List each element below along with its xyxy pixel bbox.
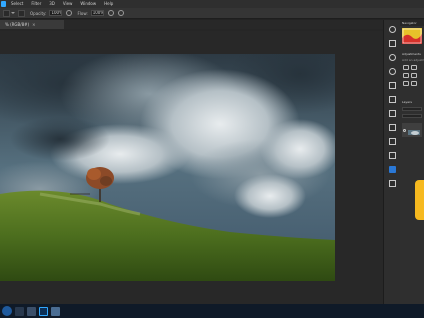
brightness-icon[interactable] — [403, 65, 409, 70]
photoshop-taskbar-icon[interactable] — [39, 306, 48, 316]
landscape-photo[interactable] — [0, 54, 335, 281]
taskbar — [0, 304, 424, 318]
menu-3d[interactable]: 3D — [49, 0, 55, 8]
options-bar: Opacity: 100% Flow: 100% — [0, 8, 424, 19]
curves-icon[interactable] — [403, 73, 409, 78]
landscape-photo-art — [0, 54, 335, 281]
browser-icon[interactable] — [27, 306, 36, 316]
adjustments-hint: Add an adjustment — [402, 58, 424, 62]
play-icon[interactable] — [389, 166, 396, 173]
adjustments-icon[interactable] — [389, 180, 396, 187]
close-icon[interactable]: × — [32, 22, 35, 27]
adjustment-icon-grid — [403, 65, 422, 86]
adjustments-panel-header[interactable]: Adjustments — [402, 52, 424, 56]
photoshop-window: Select Filter 3D View Window Help Opacit… — [0, 0, 424, 318]
canvas-top-edge — [0, 29, 383, 31]
start-button-icon[interactable] — [2, 306, 12, 316]
document-tab[interactable]: % (RGB/8#) × — [0, 20, 64, 29]
layers-icon[interactable] — [389, 82, 396, 89]
layer-thumbnail — [408, 125, 420, 135]
history-icon[interactable] — [389, 26, 396, 33]
exposure-icon[interactable] — [411, 73, 417, 78]
layer-row[interactable] — [402, 123, 422, 137]
channels-icon[interactable] — [389, 124, 396, 131]
menu-bar: Select Filter 3D View Window Help — [0, 0, 424, 8]
menu-window[interactable]: Window — [80, 0, 96, 8]
airbrush-icon[interactable] — [107, 10, 114, 16]
layer-filter-field[interactable] — [402, 107, 422, 111]
blend-mode-select[interactable] — [402, 114, 422, 118]
opacity-input[interactable]: 100% — [49, 10, 63, 16]
levels-icon[interactable] — [411, 65, 417, 70]
pressure-opacity-icon[interactable] — [66, 10, 73, 16]
photoshop-icon[interactable] — [1, 1, 6, 7]
paragraph-icon[interactable] — [389, 96, 396, 103]
brush-icon[interactable] — [389, 40, 396, 47]
hue-icon[interactable] — [411, 81, 417, 86]
info-icon[interactable] — [389, 54, 396, 61]
color-icon[interactable] — [389, 68, 396, 75]
menu-help[interactable]: Help — [104, 0, 113, 8]
vibrance-icon[interactable] — [403, 81, 409, 86]
right-panels: Navigator Adjustments Add an adjustment … — [400, 20, 424, 304]
chevron-down-icon[interactable] — [11, 12, 15, 14]
canvas-area[interactable] — [0, 29, 383, 304]
opacity-label: Opacity: — [30, 10, 47, 16]
pressure-size-icon[interactable] — [117, 10, 124, 16]
document-tab-bar: % (RGB/8#) × — [0, 20, 383, 29]
document-tab-label: % (RGB/8#) — [5, 22, 30, 27]
navigator-thumbnail-art — [402, 28, 422, 44]
explorer-icon[interactable] — [15, 306, 24, 316]
layers-panel-header[interactable]: Layers — [402, 100, 424, 104]
flow-input[interactable]: 100% — [90, 10, 104, 16]
flow-label: Flow: — [77, 10, 88, 16]
menu-filter[interactable]: Filter — [31, 0, 41, 8]
paths-icon[interactable] — [389, 138, 396, 145]
brush-settings-icon[interactable] — [18, 9, 25, 17]
panel-icon-column — [383, 20, 400, 304]
menu-select[interactable]: Select — [11, 0, 23, 8]
layer-thumbnail-art — [408, 130, 420, 135]
properties-icon[interactable] — [389, 152, 396, 159]
character-icon[interactable] — [389, 110, 396, 117]
navigator-panel-header[interactable]: Navigator — [400, 20, 424, 26]
menu-view[interactable]: View — [63, 0, 73, 8]
brush-preset-icon[interactable] — [3, 9, 10, 17]
side-panel-tab[interactable] — [415, 180, 424, 220]
eye-icon[interactable] — [403, 128, 406, 132]
app-icon[interactable] — [51, 306, 60, 316]
navigator-thumbnail[interactable] — [402, 28, 422, 44]
